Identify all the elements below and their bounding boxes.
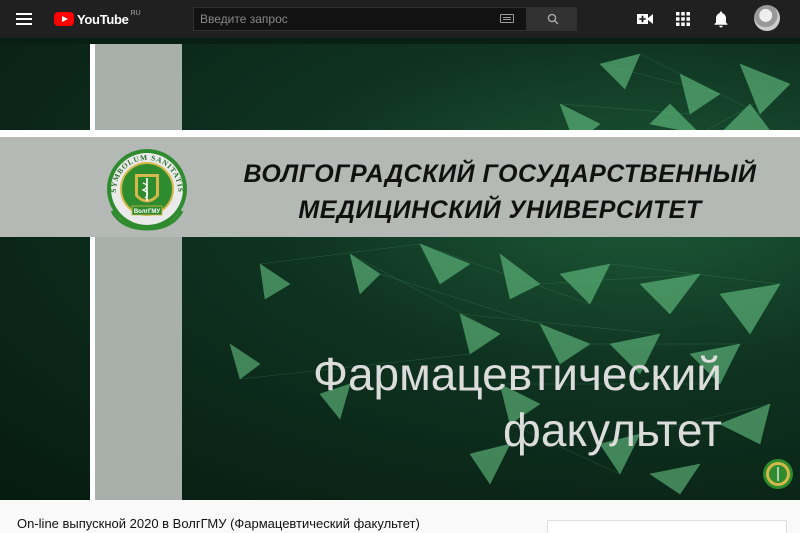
university-title: ВОЛГОГРАДСКИЙ ГОСУДАРСТВЕННЫЙ МЕДИЦИНСКИ…: [200, 156, 800, 228]
side-panel-card: [547, 520, 787, 533]
logo-text: YouTube: [77, 11, 129, 27]
faculty-title: Фармацевтический факультет: [300, 346, 722, 458]
svg-text:ВолгГМУ: ВолгГМУ: [134, 209, 161, 215]
search-input[interactable]: [193, 7, 527, 31]
avatar[interactable]: [754, 5, 780, 31]
video-title: On-line выпускной 2020 в ВолгГМУ (Фармац…: [17, 516, 420, 531]
keyboard-icon[interactable]: [500, 14, 514, 23]
menu-icon[interactable]: [14, 9, 34, 29]
create-video-icon[interactable]: [635, 9, 655, 29]
search-button[interactable]: [527, 7, 577, 31]
university-title-line-2: МЕДИЦИНСКИЙ УНИВЕРСИТЕТ: [298, 196, 702, 224]
faculty-title-line-2: факультет: [503, 404, 722, 456]
horizontal-white-line: [0, 130, 800, 137]
youtube-logo-icon: [54, 12, 74, 26]
youtube-logo[interactable]: YouTube RU: [54, 9, 141, 29]
small-emblem-icon: [762, 458, 794, 490]
faculty-title-line-1: Фармацевтический: [312, 348, 722, 400]
vertical-white-line: [90, 44, 95, 500]
video-player[interactable]: SYMBOLUM SANITATIS ВолгГМУ ВОЛГОГРАДСКИЙ…: [0, 38, 800, 500]
university-title-line-1: ВОЛГОГРАДСКИЙ ГОСУДАРСТВЕННЫЙ: [243, 160, 757, 188]
vertical-band: [95, 44, 182, 500]
university-emblem: SYMBOLUM SANITATIS ВолгГМУ: [102, 141, 192, 233]
topbar: YouTube RU: [0, 0, 800, 38]
search-icon: [547, 13, 559, 25]
apps-grid-icon[interactable]: [673, 9, 693, 29]
logo-region: RU: [130, 10, 141, 17]
notifications-bell-icon[interactable]: [711, 9, 731, 29]
